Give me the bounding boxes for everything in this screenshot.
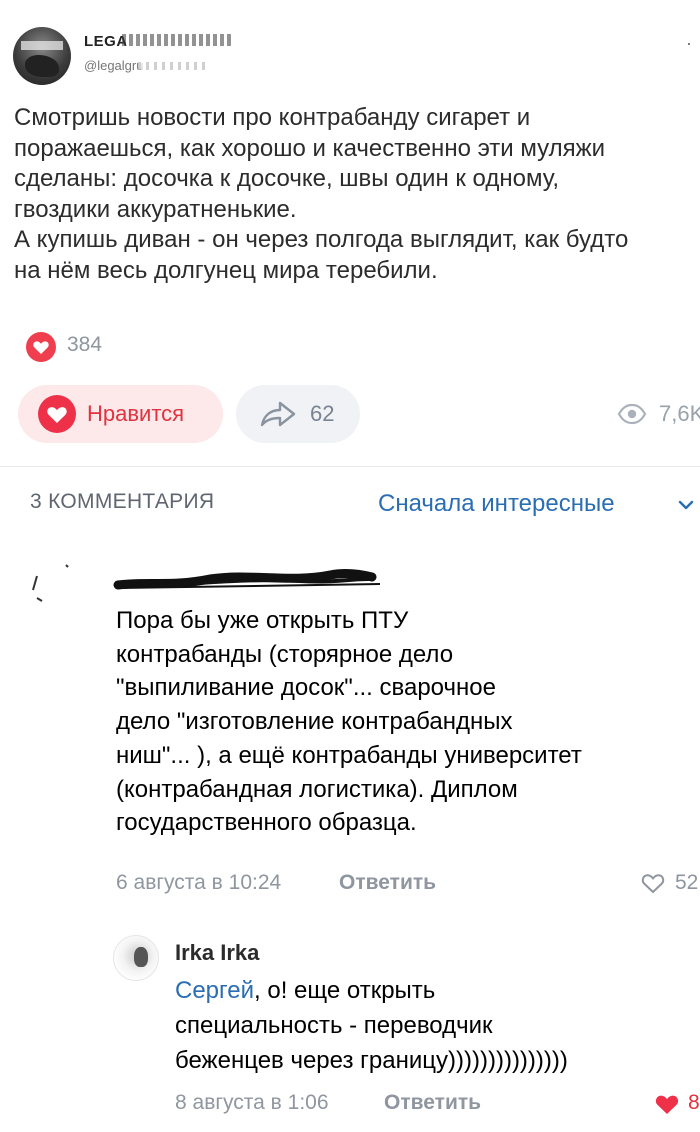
tweet-text-line: сделаны: досочка к досочке, швы один к о…	[14, 165, 560, 192]
share-count: 62	[310, 401, 335, 426]
comment-text: Пора бы уже открыть ПТУ контрабанды (сто…	[116, 604, 700, 840]
reply-reply-button[interactable]: Ответить	[384, 1091, 481, 1115]
comment-date: 6 августа в 10:24	[116, 871, 282, 894]
reply-text-line: специальность - переводчик	[175, 1012, 493, 1039]
reply-text-line: беженцев через границу)))))))))))))))	[175, 1047, 568, 1074]
like-button[interactable]: Нравится	[18, 385, 223, 443]
tweet-text-line: Смотришь новости про контрабанду сигарет…	[14, 104, 531, 131]
comment-text-line: Пора бы уже открыть ПТУ	[116, 607, 409, 634]
tweet-author-name-redaction	[122, 34, 234, 46]
reply-text-line: , о! еще открыть	[254, 977, 436, 1004]
reply-date: 8 августа в 1:06	[175, 1091, 329, 1114]
tweet-text: Смотришь новости про контрабанду сигарет…	[14, 103, 700, 286]
comment-author-redaction	[32, 564, 381, 602]
tweet-author-handle-redaction	[138, 62, 208, 70]
comment-text-line: ниш"... ), а ещё контрабанды университет	[116, 741, 582, 769]
comment-text-line: дело "изготовление контрабандных	[116, 708, 513, 736]
like-button-label: Нравится	[87, 401, 185, 426]
views-count: 7,6K	[659, 401, 700, 426]
tweet-text-line: поражаешься, как хорошо и качественно эт…	[14, 134, 606, 162]
reply-like-count: 8	[688, 1091, 700, 1114]
comments-sort-select[interactable]: Сначала интересные	[378, 490, 615, 518]
heart-icon	[641, 874, 665, 894]
heart-icon	[26, 332, 56, 362]
comments-count-label: 3 КОММЕНТАРИЯ	[30, 490, 215, 513]
tweet-more-icon: ·	[686, 33, 692, 53]
comment-text-line: (контрабандная логистика). Диплом	[116, 775, 518, 803]
eye-icon	[617, 403, 647, 425]
tweet-text-line: гвоздики аккуратненькие.	[14, 195, 297, 223]
heart-icon	[38, 395, 76, 433]
likes-count: 384	[67, 333, 103, 356]
tweet-author-handle: @legalgru	[84, 58, 144, 73]
comment-like-count: 52	[675, 871, 699, 894]
comment-text-line: государственного образца.	[116, 809, 417, 837]
reply-author-name[interactable]: Irka Irka	[175, 940, 259, 966]
share-button[interactable]: 62	[236, 385, 360, 443]
tweet-text-line: А купишь диван - он через полгода выгляд…	[14, 226, 629, 253]
reply-text: Сергей, о! еще открыть специальность - п…	[175, 973, 700, 1078]
tweet-author-avatar	[13, 27, 71, 85]
chevron-down-icon[interactable]	[676, 495, 696, 515]
reply-author-avatar[interactable]	[113, 935, 159, 981]
share-arrow-icon	[260, 401, 296, 427]
heart-icon	[655, 1095, 679, 1114]
tweet-text-line: на нём весь долгунец мира теребили.	[14, 256, 438, 284]
reply-mention-link[interactable]: Сергей	[175, 977, 254, 1004]
section-divider	[0, 466, 700, 467]
comment-reply-button[interactable]: Ответить	[339, 871, 436, 895]
comment-text-line: контрабанды (сторярное дело	[116, 640, 454, 668]
comment-text-line: "выпиливание досок"... сварочное	[116, 674, 496, 702]
